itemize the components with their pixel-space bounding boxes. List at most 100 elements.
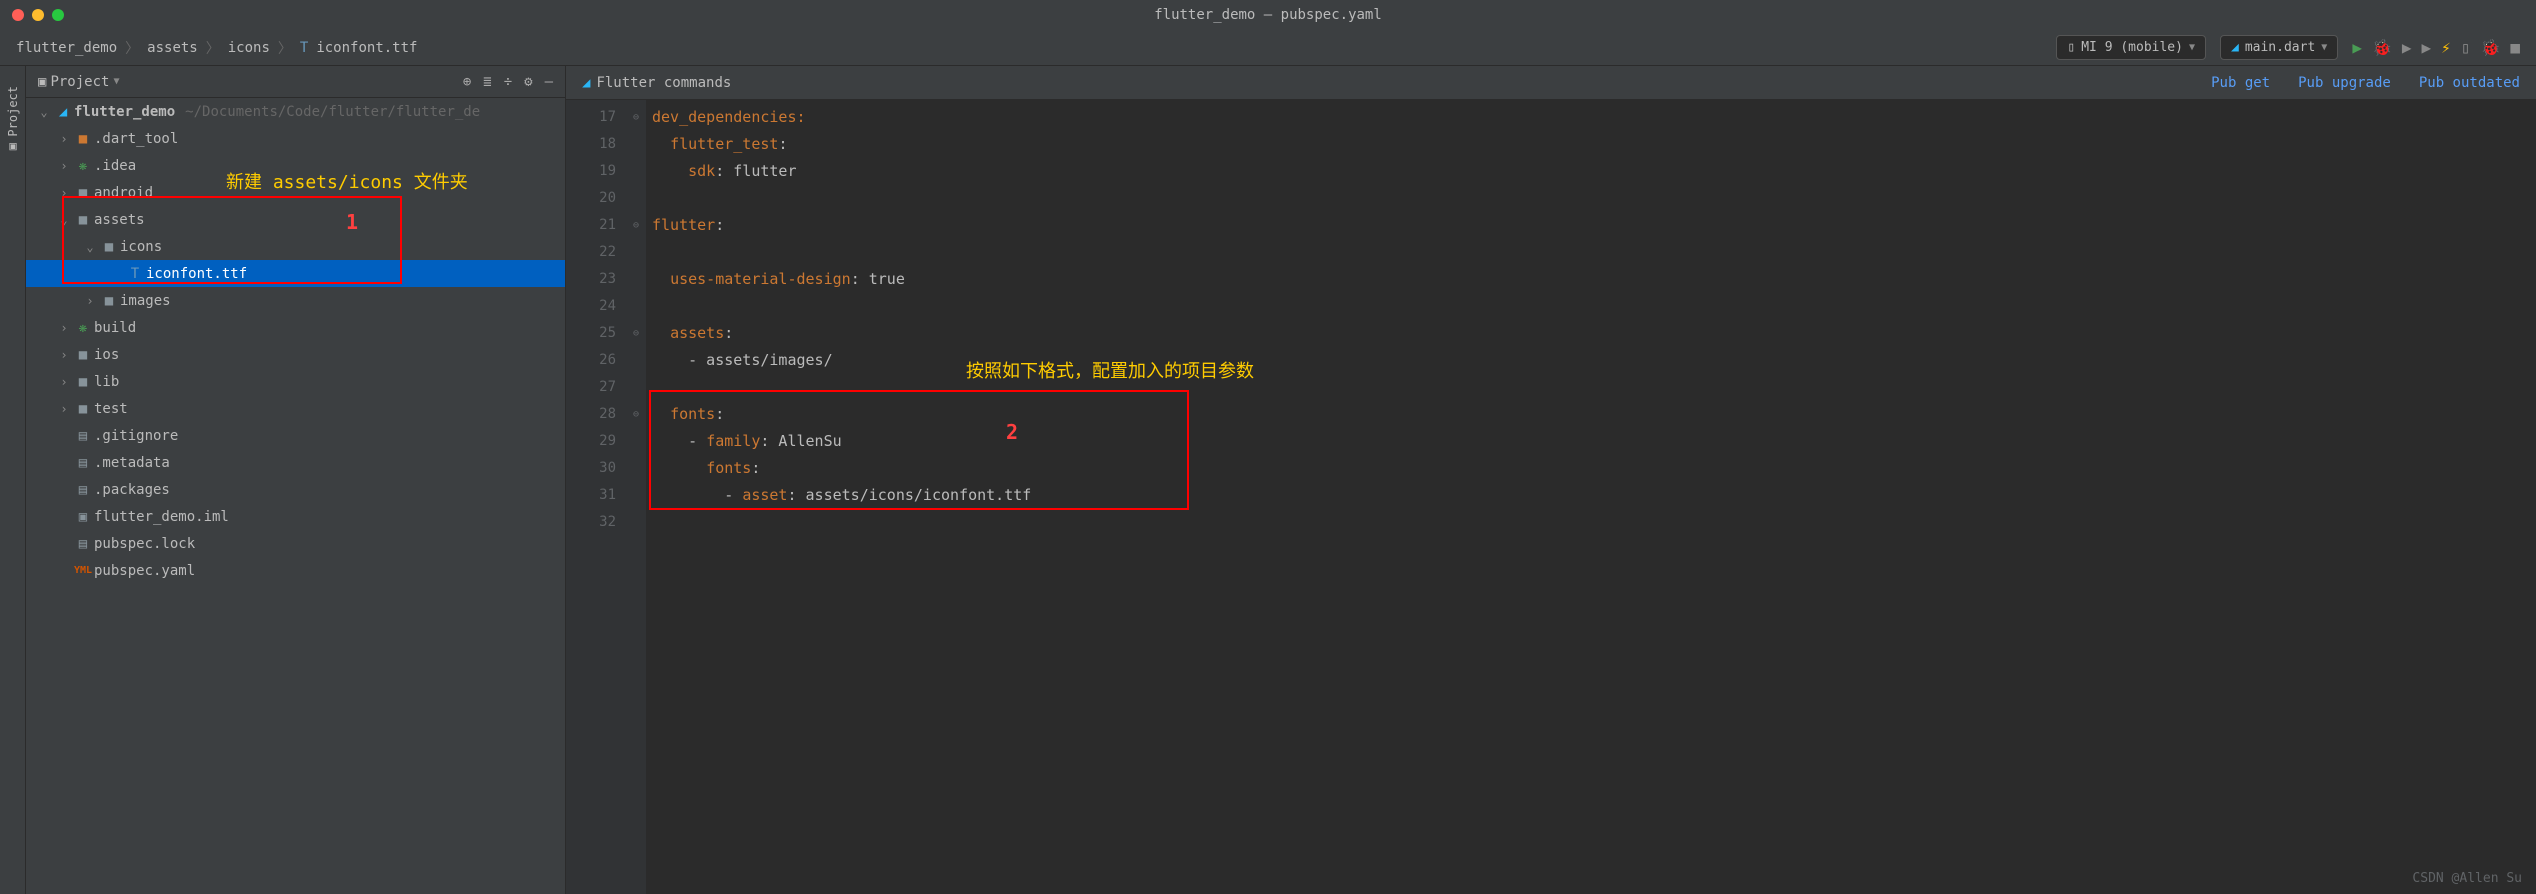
fold-icon[interactable]: ⊖ — [626, 212, 646, 239]
editor-content[interactable]: 17 18 19 20 21 22 23 24 25 26 27 28 29 3… — [566, 100, 2536, 894]
gear-icon[interactable]: ⚙ — [524, 74, 532, 90]
folder-icon: ■ — [72, 374, 94, 390]
chevron-down-icon: ⌄ — [36, 105, 52, 119]
folder-icon: ■ — [72, 131, 94, 147]
window-controls — [12, 9, 64, 21]
coverage-icon[interactable]: ▶ — [2402, 38, 2412, 57]
device-selector[interactable]: ▯ MI 9 (mobile) ▼ — [2056, 35, 2206, 60]
hide-panel-icon[interactable]: — — [545, 74, 553, 90]
toolbar-right: ▯ MI 9 (mobile) ▼ ◢ main.dart ▼ ▶ 🐞 ▶ ▶ … — [2056, 35, 2520, 60]
phone-icon: ▯ — [2067, 40, 2075, 55]
titlebar: flutter_demo – pubspec.yaml — [0, 0, 2536, 30]
minimize-window-button[interactable] — [32, 9, 44, 21]
folder-icon: ❋ — [72, 158, 94, 174]
side-tab-strip: ▣ Project — [0, 66, 26, 894]
pub-get-link[interactable]: Pub get — [2211, 75, 2270, 91]
chevron-right-icon: › — [56, 375, 72, 389]
tree-folder-idea[interactable]: › ❋ .idea — [26, 152, 565, 179]
stop-icon[interactable]: ■ — [2510, 38, 2520, 57]
breadcrumb-file[interactable]: iconfont.ttf — [316, 40, 417, 56]
editor-toolbar: ◢ Flutter commands Pub get Pub upgrade P… — [566, 66, 2536, 100]
toolbar-actions: ▶ 🐞 ▶ ▶ ⚡ ▯ 🐞 ■ — [2352, 38, 2520, 57]
line-gutter: 17 18 19 20 21 22 23 24 25 26 27 28 29 3… — [566, 100, 626, 894]
expand-all-icon[interactable]: ≣ — [483, 74, 491, 90]
close-window-button[interactable] — [12, 9, 24, 21]
file-icon: ▤ — [72, 482, 94, 498]
chevron-right-icon: 〉 — [202, 38, 224, 58]
yaml-icon: YML — [72, 565, 94, 576]
tree-file-metadata[interactable]: ▤ .metadata — [26, 449, 565, 476]
flutter-icon: ◢ — [52, 104, 74, 120]
project-tree[interactable]: ⌄ ◢ flutter_demo ~/Documents/Code/flutte… — [26, 98, 565, 894]
project-side-tab[interactable]: ▣ Project — [6, 86, 20, 155]
fold-icon[interactable]: ⊖ — [626, 401, 646, 428]
pub-upgrade-link[interactable]: Pub upgrade — [2298, 75, 2391, 91]
tree-root-label: flutter_demo — [74, 104, 175, 120]
run-icon[interactable]: ▶ — [2352, 38, 2362, 57]
project-tab-icon: ▣ — [6, 141, 20, 155]
inspect-icon[interactable]: ▯ — [2461, 38, 2471, 57]
collapse-all-icon[interactable]: ÷ — [504, 74, 512, 90]
chevron-right-icon: › — [56, 132, 72, 146]
project-panel: ▣ Project ▼ ⊕ ≣ ÷ ⚙ — ⌄ ◢ flutter_demo ~… — [26, 66, 566, 894]
folder-icon: ■ — [72, 185, 94, 201]
select-open-file-icon[interactable]: ⊕ — [463, 74, 471, 90]
chevron-right-icon: 〉 — [274, 38, 296, 58]
main-layout: ▣ Project ▣ Project ▼ ⊕ ≣ ÷ ⚙ — ⌄ ◢ flut — [0, 66, 2536, 894]
flutter-icon: ◢ — [2231, 40, 2239, 55]
attach-icon[interactable]: ▶ — [2422, 38, 2432, 57]
tree-folder-android[interactable]: › ■ android — [26, 179, 565, 206]
hot-reload-icon[interactable]: ⚡ — [2441, 38, 2451, 57]
chevron-right-icon: › — [56, 186, 72, 200]
tree-folder-images[interactable]: › ■ images — [26, 287, 565, 314]
debug-icon[interactable]: 🐞 — [2372, 38, 2392, 57]
breadcrumb: flutter_demo 〉 assets 〉 icons 〉 T iconfo… — [16, 38, 417, 58]
chevron-down-icon: ⌄ — [82, 240, 98, 254]
run-config-label: main.dart — [2245, 40, 2315, 55]
chevron-right-icon: › — [82, 294, 98, 308]
run-config-selector[interactable]: ◢ main.dart ▼ — [2220, 35, 2338, 60]
maximize-window-button[interactable] — [52, 9, 64, 21]
tree-file-pubspec-yaml[interactable]: YML pubspec.yaml — [26, 557, 565, 584]
window-title: flutter_demo – pubspec.yaml — [1154, 7, 1382, 23]
breadcrumb-project[interactable]: flutter_demo — [16, 40, 117, 56]
fold-gutter: ⊖ ⊖ ⊖ ⊖ — [626, 100, 646, 894]
file-icon: ▤ — [72, 428, 94, 444]
tree-file-pubspec-lock[interactable]: ▤ pubspec.lock — [26, 530, 565, 557]
tree-folder-test[interactable]: › ■ test — [26, 395, 565, 422]
breadcrumb-assets[interactable]: assets — [147, 40, 198, 56]
iml-icon: ▣ — [72, 509, 94, 525]
tree-file-gitignore[interactable]: ▤ .gitignore — [26, 422, 565, 449]
project-panel-header: ▣ Project ▼ ⊕ ≣ ÷ ⚙ — — [26, 66, 565, 98]
font-file-icon: T — [124, 266, 146, 282]
chevron-down-icon: ▼ — [2321, 42, 2327, 53]
main-toolbar: flutter_demo 〉 assets 〉 icons 〉 T iconfo… — [0, 30, 2536, 66]
fold-icon[interactable]: ⊖ — [626, 104, 646, 131]
flutter-commands-label: ◢ Flutter commands — [582, 75, 731, 91]
tree-file-iml[interactable]: ▣ flutter_demo.iml — [26, 503, 565, 530]
tree-file-iconfont[interactable]: T iconfont.ttf — [26, 260, 565, 287]
folder-icon: ■ — [98, 239, 120, 255]
tree-file-packages[interactable]: ▤ .packages — [26, 476, 565, 503]
pub-outdated-link[interactable]: Pub outdated — [2419, 75, 2520, 91]
tree-folder-ios[interactable]: › ■ ios — [26, 341, 565, 368]
file-icon: ▤ — [72, 536, 94, 552]
tree-folder-build[interactable]: › ❋ build — [26, 314, 565, 341]
tree-folder-assets[interactable]: ⌄ ■ assets — [26, 206, 565, 233]
folder-icon: ❋ — [72, 320, 94, 336]
code-area[interactable]: dev_dependencies: flutter_test: sdk: flu… — [646, 100, 2536, 894]
project-panel-title[interactable]: ▣ Project ▼ — [38, 74, 119, 90]
bug-icon[interactable]: 🐞 — [2480, 38, 2500, 57]
tree-folder-lib[interactable]: › ■ lib — [26, 368, 565, 395]
folder-icon: ■ — [72, 347, 94, 363]
breadcrumb-icons[interactable]: icons — [228, 40, 270, 56]
chevron-right-icon: › — [56, 348, 72, 362]
font-file-icon: T — [300, 40, 308, 56]
tree-folder-icons[interactable]: ⌄ ■ icons — [26, 233, 565, 260]
folder-icon: ■ — [72, 401, 94, 417]
project-panel-tools: ⊕ ≣ ÷ ⚙ — — [463, 74, 553, 90]
fold-icon[interactable]: ⊖ — [626, 320, 646, 347]
chevron-right-icon: 〉 — [121, 38, 143, 58]
tree-root[interactable]: ⌄ ◢ flutter_demo ~/Documents/Code/flutte… — [26, 98, 565, 125]
tree-folder-dart-tool[interactable]: › ■ .dart_tool — [26, 125, 565, 152]
